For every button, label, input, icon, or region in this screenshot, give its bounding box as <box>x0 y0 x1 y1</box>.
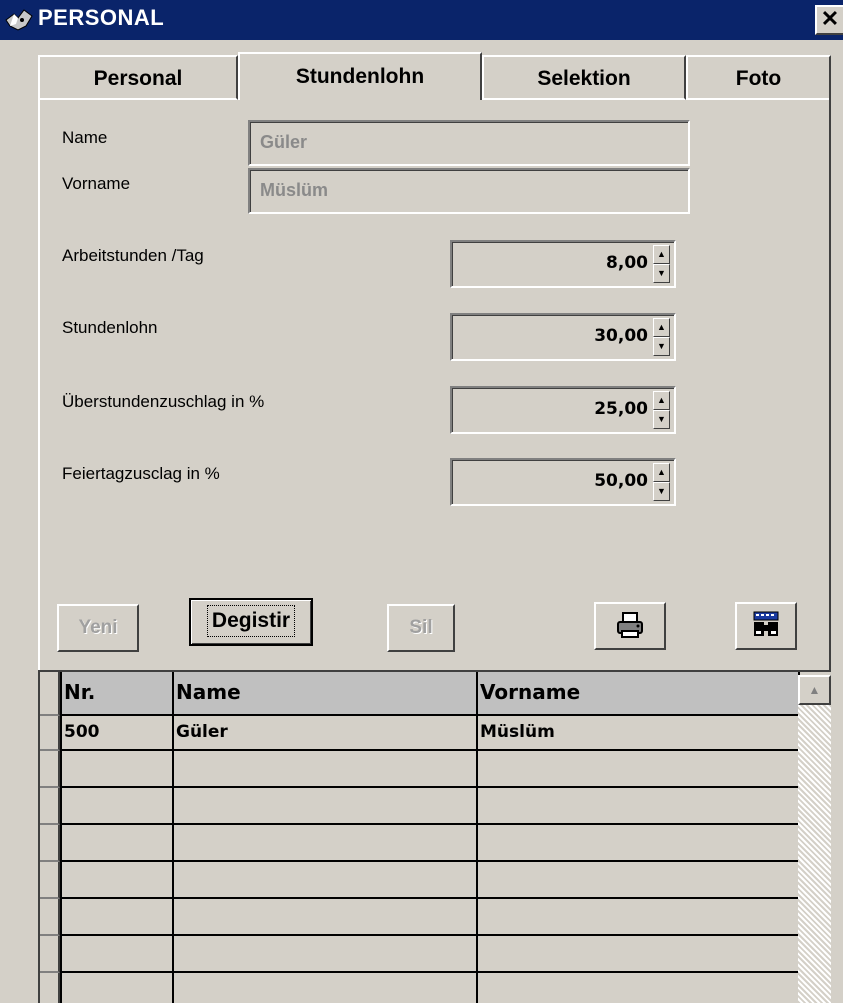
cell-nr: 500 <box>64 722 100 742</box>
table-row[interactable] <box>60 973 800 1003</box>
grid-body: Nr. Name Vorname 500 Güler Müslüm <box>60 672 800 1003</box>
print-button[interactable] <box>594 602 666 650</box>
table-row[interactable] <box>60 936 800 973</box>
binoculars-icon <box>753 611 779 636</box>
spin-up-button[interactable]: ▲ <box>653 245 670 264</box>
stundenlohn-value: 30,00 <box>594 326 648 346</box>
stundenlohn-stepper[interactable]: 30,00 ▲ ▼ <box>450 313 676 361</box>
arbeitstunden-value: 8,00 <box>606 253 648 273</box>
delete-button[interactable]: Sil <box>387 604 455 652</box>
table-row[interactable] <box>60 825 800 862</box>
grid-divider <box>172 672 174 1003</box>
name-label: Name <box>62 128 108 147</box>
table-row[interactable] <box>60 788 800 825</box>
app-icon <box>5 9 33 31</box>
tab-personal[interactable]: Personal <box>38 55 238 100</box>
spin-down-button[interactable]: ▼ <box>653 410 670 429</box>
column-header-vorname[interactable]: Vorname <box>480 680 580 704</box>
spin-down-button[interactable]: ▼ <box>653 482 670 501</box>
cell-vorname: Müslüm <box>480 722 555 742</box>
arbeitstunden-label: Arbeitstunden /Tag <box>62 246 204 265</box>
tab-bar: Personal Stundenlohn Selektion Foto <box>38 52 831 100</box>
name-field[interactable]: Güler <box>248 120 690 166</box>
feiertagzuschlag-label: Feiertagzusclag in % <box>62 464 220 483</box>
arbeitstunden-stepper[interactable]: 8,00 ▲ ▼ <box>450 240 676 288</box>
spin-down-button[interactable]: ▼ <box>653 337 670 356</box>
close-button[interactable]: ✕ <box>815 5 843 35</box>
table-row[interactable]: 500 Güler Müslüm <box>60 716 800 751</box>
column-header-nr[interactable]: Nr. <box>64 680 95 704</box>
search-button[interactable] <box>735 602 797 650</box>
column-header-name[interactable]: Name <box>176 680 241 704</box>
spin-up-button[interactable]: ▲ <box>653 463 670 482</box>
grid-divider <box>476 672 478 1003</box>
grid-header: Nr. Name Vorname <box>60 672 800 716</box>
table-row[interactable] <box>60 751 800 788</box>
stundenlohn-spinner[interactable]: ▲ ▼ <box>653 318 670 356</box>
tab-foto[interactable]: Foto <box>686 55 831 100</box>
stundenlohn-label: Stundenlohn <box>62 318 158 337</box>
scroll-up-button[interactable]: ▲ <box>798 675 831 705</box>
spin-down-button[interactable]: ▼ <box>653 264 670 283</box>
ueberstundenzuschlag-spinner[interactable]: ▲ ▼ <box>653 391 670 429</box>
ueberstundenzuschlag-stepper[interactable]: 25,00 ▲ ▼ <box>450 386 676 434</box>
grid-divider <box>60 672 62 1003</box>
vorname-field[interactable]: Müslüm <box>248 168 690 214</box>
feiertagzuschlag-stepper[interactable]: 50,00 ▲ ▼ <box>450 458 676 506</box>
feiertagzuschlag-spinner[interactable]: ▲ ▼ <box>653 463 670 501</box>
row-indicator-column <box>40 672 60 1003</box>
ueberstundenzuschlag-value: 25,00 <box>594 399 648 419</box>
new-button[interactable]: Yeni <box>57 604 139 652</box>
title-bar: PERSONAL ✕ <box>0 0 843 40</box>
edit-button-label: Degistir <box>206 605 296 637</box>
spin-up-button[interactable]: ▲ <box>653 391 670 410</box>
spin-up-button[interactable]: ▲ <box>653 318 670 337</box>
arbeitstunden-spinner[interactable]: ▲ ▼ <box>653 245 670 283</box>
tab-selektion[interactable]: Selektion <box>482 55 686 100</box>
feiertagzuschlag-value: 50,00 <box>594 471 648 491</box>
table-row[interactable] <box>60 862 800 899</box>
tab-stundenlohn[interactable]: Stundenlohn <box>238 52 482 100</box>
personal-grid[interactable]: Nr. Name Vorname 500 Güler Müslüm <box>38 670 831 1003</box>
table-row[interactable] <box>60 899 800 936</box>
grid-scrollbar[interactable]: ▲ <box>798 675 831 1003</box>
cell-name: Güler <box>176 722 228 742</box>
window-title: PERSONAL <box>38 5 165 30</box>
ueberstundenzuschlag-label: Überstundenzuschlag in % <box>62 392 265 411</box>
edit-button[interactable]: Degistir <box>189 598 313 646</box>
vorname-label: Vorname <box>62 174 131 193</box>
printer-icon <box>617 612 643 638</box>
